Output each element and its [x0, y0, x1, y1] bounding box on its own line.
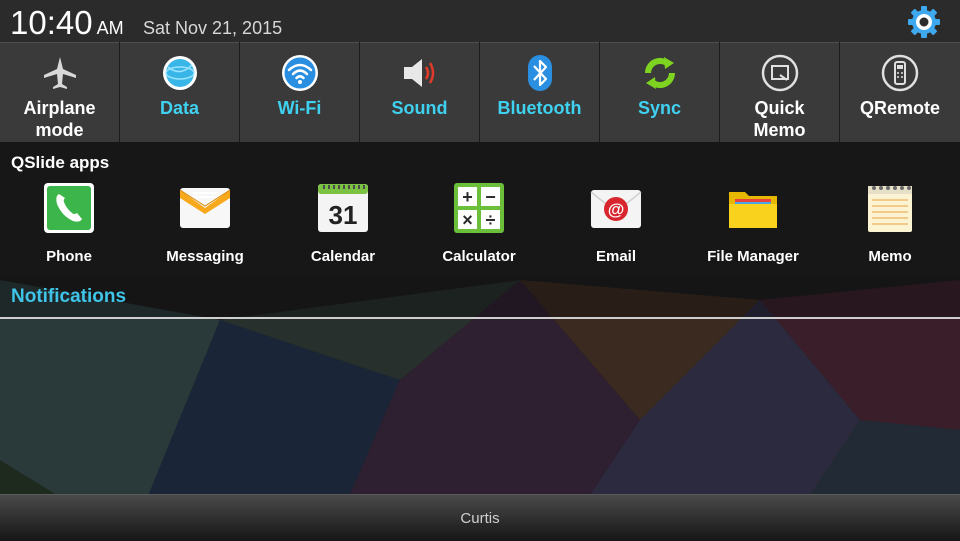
folder-icon [729, 192, 777, 228]
notifications-header: Notifications [0, 276, 960, 318]
calc-plus: + [462, 187, 473, 207]
qs-data-label: Data [120, 97, 239, 119]
qslide-app-phone[interactable]: Phone [4, 182, 134, 272]
qs-bluetooth-label: Bluetooth [480, 97, 599, 119]
qs-quick-memo[interactable]: Quick Memo [720, 42, 839, 142]
date-label: Sat Nov 21, 2015 [143, 18, 283, 38]
qslide-app-email-label: Email [595, 248, 637, 265]
panel-drag-handle[interactable]: Curtis [0, 494, 960, 541]
qslide-app-calendar[interactable]: 31 Calendar [278, 182, 408, 272]
qs-wifi-label: Wi-Fi [240, 97, 359, 119]
qslide-title: QSlide apps [11, 153, 110, 172]
envelope-icon [179, 188, 231, 228]
phone-icon [44, 183, 94, 233]
bottom-bar-label: Curtis [460, 510, 500, 527]
qslide-app-calendar-label: Calendar [310, 248, 376, 265]
calculator-icon: + − × ÷ [454, 183, 504, 233]
qs-sound-label: Sound [360, 97, 479, 119]
email-at-symbol: @ [608, 200, 625, 219]
status-bar: 10:40 AM Sat Nov 21, 2015 [0, 0, 960, 42]
qs-sync-label: Sync [600, 97, 719, 119]
qslide-app-memo-label: Memo [868, 248, 912, 265]
speaker-icon [404, 59, 435, 87]
clock-time: 10:40 [10, 4, 93, 41]
bluetooth-icon [528, 55, 552, 91]
qs-qremote-label: QRemote [840, 97, 960, 119]
qslide-app-phone-label: Phone [46, 248, 92, 265]
calendar-icon: 31 [318, 184, 368, 232]
qs-quick-memo-label: Quick Memo [720, 97, 839, 141]
wifi-icon [282, 55, 318, 91]
clock-ampm: AM [96, 18, 124, 38]
qs-quick-memo-label-line2: Memo [753, 120, 806, 140]
qslide-app-file-manager[interactable]: File Manager [688, 182, 818, 272]
notepad-icon [868, 186, 912, 232]
quick-settings-row: Airplane mode Data Wi-Fi Sound Bluetooth… [0, 42, 960, 142]
sync-icon [644, 57, 676, 89]
qs-wifi-label-line1: Wi-Fi [277, 98, 322, 118]
email-icon: @ [590, 190, 642, 228]
qs-sound[interactable]: Sound [360, 42, 479, 142]
qs-airplane-mode[interactable]: Airplane mode [0, 42, 119, 142]
qslide-app-file-manager-label: File Manager [707, 248, 799, 265]
notifications-divider [0, 317, 960, 319]
remote-icon [881, 54, 919, 92]
calendar-badge: 31 [329, 200, 358, 230]
qslide-app-email[interactable]: @ Email [551, 182, 681, 272]
qs-bluetooth-label-line1: Bluetooth [497, 98, 582, 118]
qslide-app-calculator[interactable]: + − × ÷ Calculator [414, 182, 544, 272]
qs-airplane-label-line1: Airplane [23, 98, 96, 118]
qslide-app-messaging-label: Messaging [166, 248, 244, 265]
qs-wifi[interactable]: Wi-Fi [240, 42, 359, 142]
quick-memo-icon [761, 54, 799, 92]
calc-times: × [462, 210, 473, 230]
calc-divide: ÷ [486, 210, 496, 230]
globe-icon [163, 56, 197, 90]
airplane-icon [44, 57, 76, 89]
qs-data-label-line1: Data [159, 98, 199, 118]
qs-qremote[interactable]: QRemote [840, 42, 960, 142]
qslide-app-memo[interactable]: Memo [825, 182, 955, 272]
qs-airplane-label: Airplane mode [0, 97, 119, 141]
qs-sync[interactable]: Sync [600, 42, 719, 142]
settings-gear-icon[interactable] [906, 4, 942, 40]
notifications-title: Notifications [11, 286, 127, 307]
qs-data[interactable]: Data [120, 42, 239, 142]
qs-quick-memo-label-line1: Quick [754, 98, 805, 118]
qs-sync-label-line1: Sync [637, 98, 682, 118]
calc-minus: − [485, 187, 496, 207]
qs-airplane-label-line2: mode [35, 120, 84, 140]
clock: 10:40 AM [10, 4, 124, 42]
qs-qremote-label-line1: QRemote [859, 98, 940, 118]
qslide-panel: QSlide apps Phone Messaging 31 Calendar … [0, 142, 960, 276]
qs-sound-label-line1: Sound [391, 98, 448, 118]
qslide-app-calculator-label: Calculator [442, 248, 516, 265]
qslide-app-messaging[interactable]: Messaging [140, 182, 270, 272]
qs-bluetooth[interactable]: Bluetooth [480, 42, 599, 142]
